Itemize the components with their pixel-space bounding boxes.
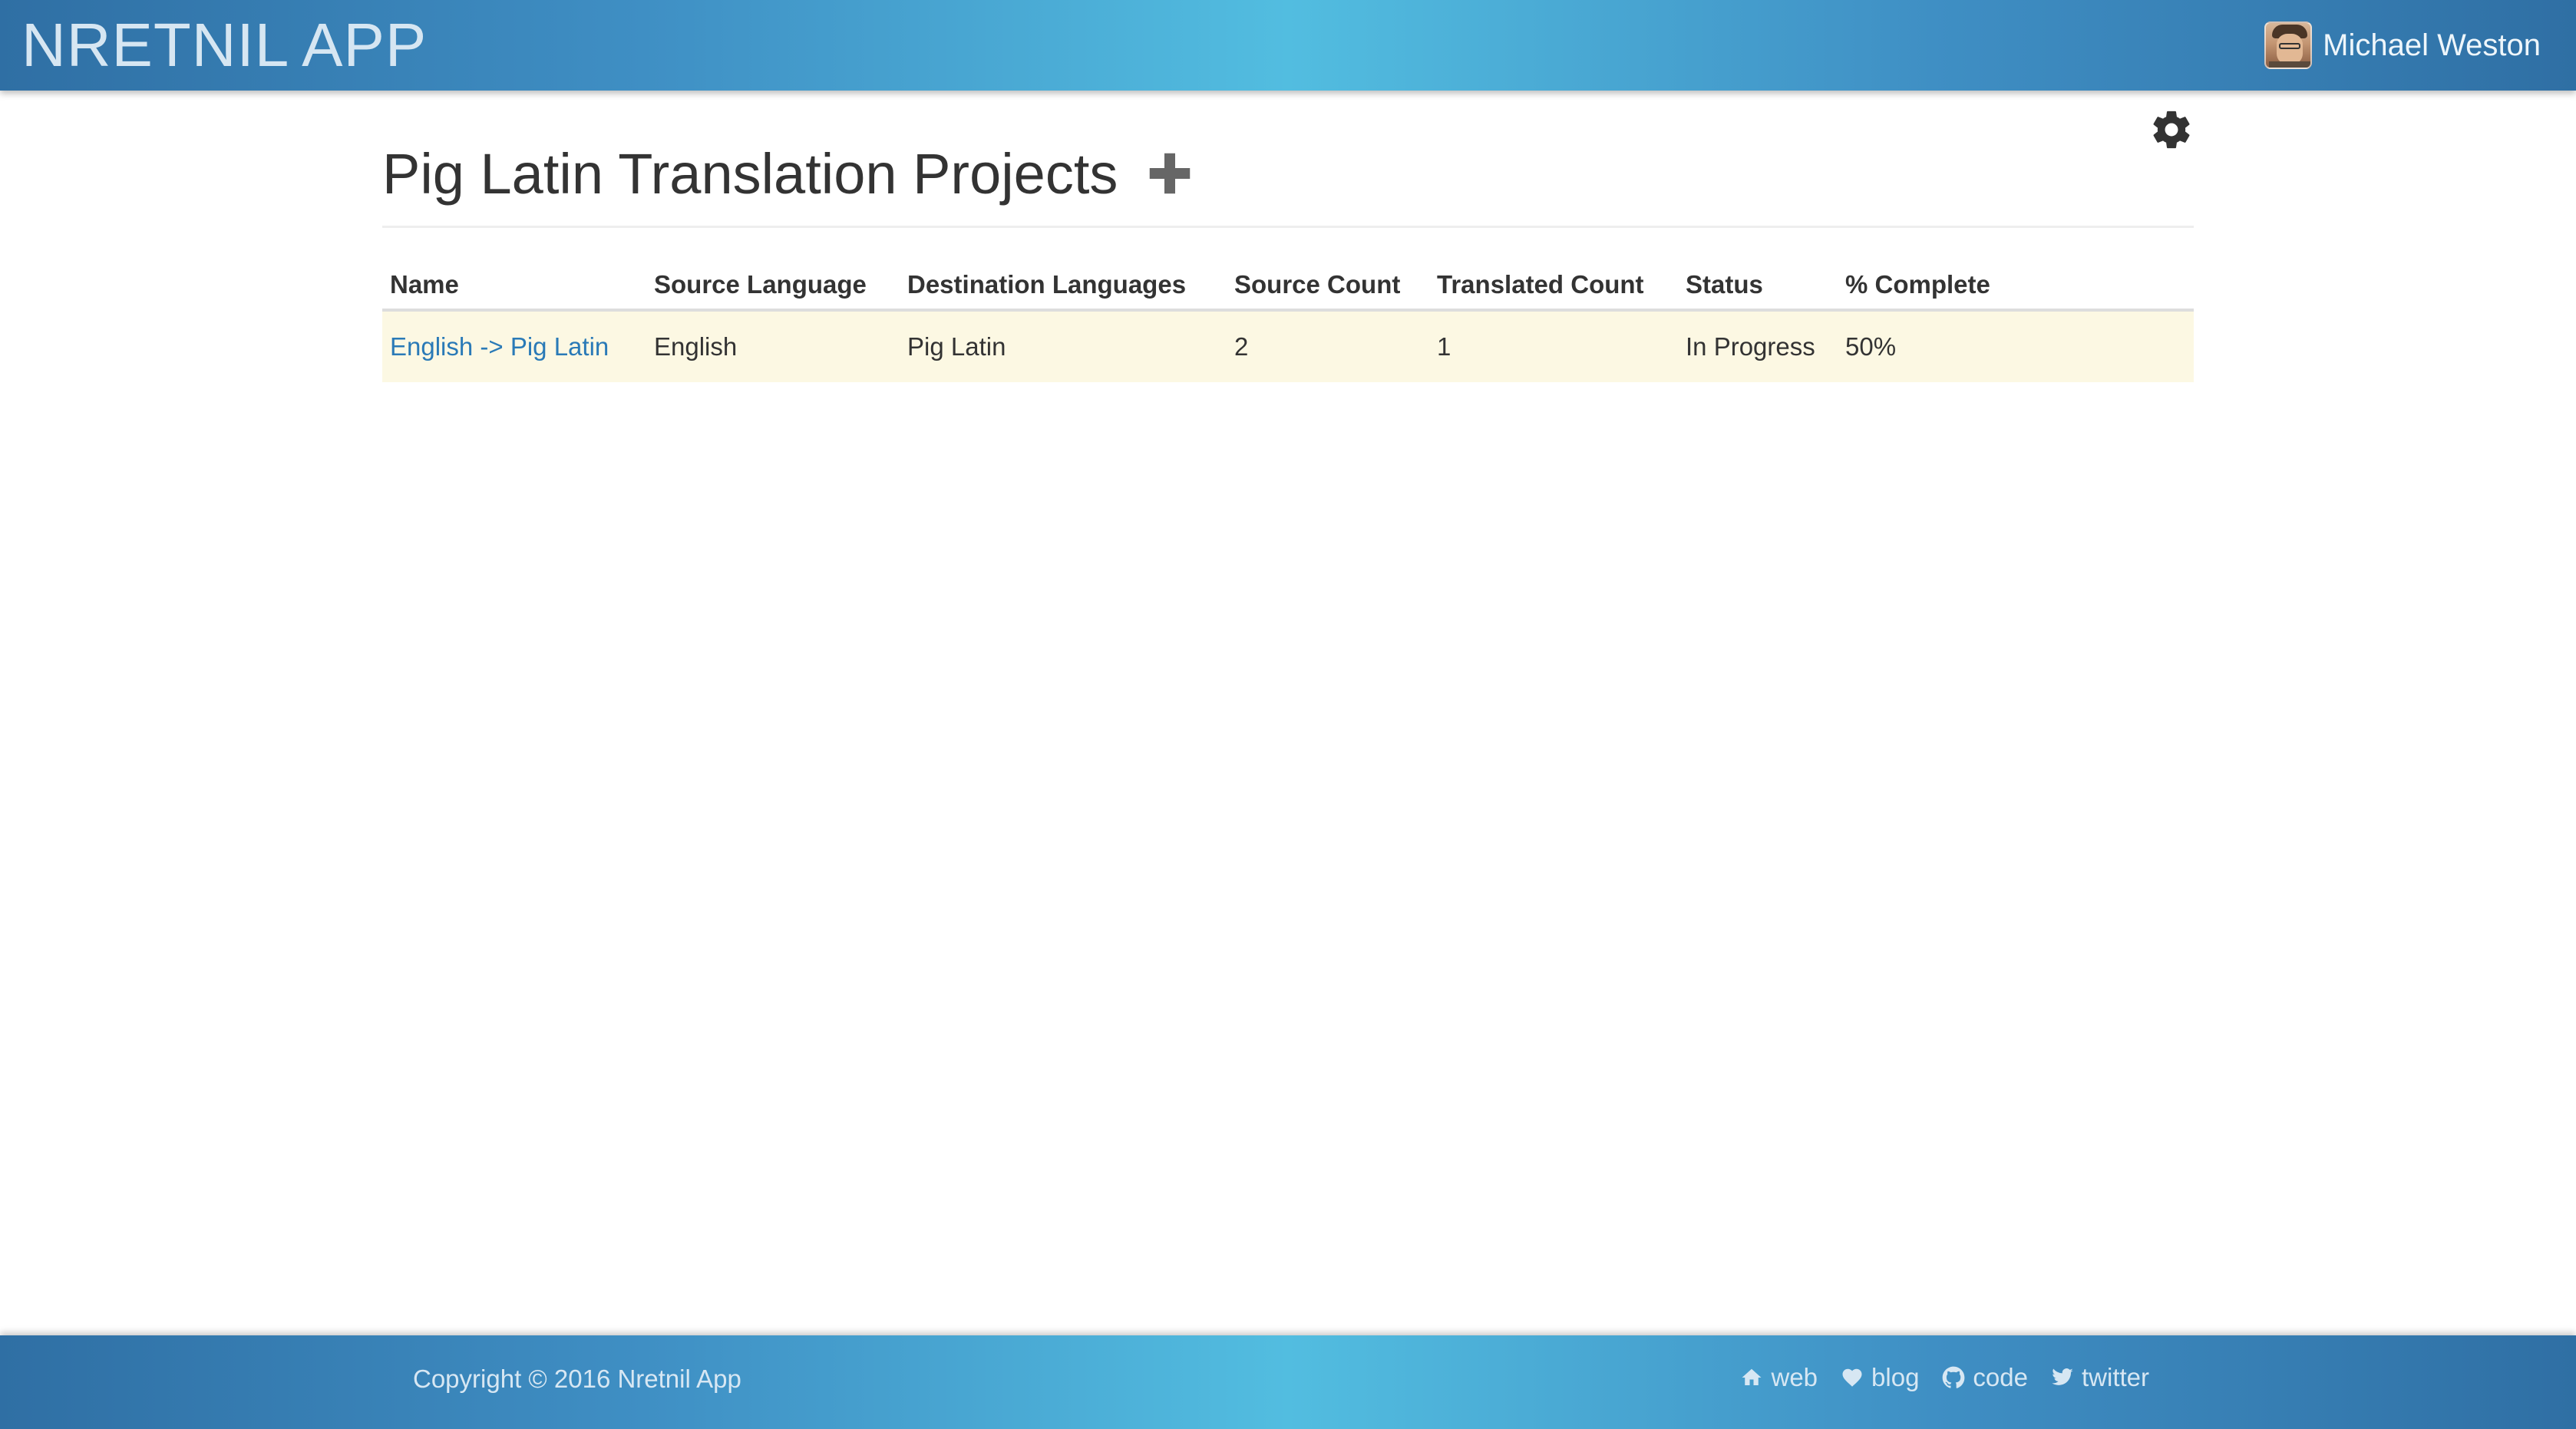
- footer-link-label: code: [1973, 1363, 2028, 1391]
- user-name: Michael Weston: [2323, 28, 2541, 62]
- plus-icon[interactable]: [1147, 150, 1193, 196]
- column-header-status: Status: [1678, 258, 1838, 312]
- column-header-destination-languages: Destination Languages: [900, 258, 1227, 312]
- projects-table: Name Source Language Destination Languag…: [382, 258, 2194, 382]
- cell-translated-count: 1: [1429, 310, 1678, 382]
- top-navbar: NRETNIL APP Michael Weston: [0, 0, 2576, 91]
- footer-link-label: blog: [1871, 1363, 1920, 1391]
- column-header-percent-complete: % Complete: [1838, 258, 2194, 312]
- avatar: [2264, 21, 2313, 69]
- cell-status: In Progress: [1678, 310, 1838, 382]
- user-menu[interactable]: Michael Weston: [2264, 21, 2541, 69]
- twitter-icon: [2052, 1368, 2073, 1385]
- heart-icon: [1842, 1368, 1862, 1387]
- cell-name: English -> Pig Latin: [382, 310, 646, 382]
- home-icon: [1742, 1368, 1762, 1385]
- title-divider: [382, 226, 2194, 228]
- column-header-source-count: Source Count: [1227, 258, 1429, 312]
- footer-link-web[interactable]: web: [1740, 1363, 1818, 1392]
- copyright-text: Copyright © 2016 Nretnil App: [413, 1365, 741, 1393]
- footer-link-label: web: [1771, 1363, 1818, 1391]
- column-header-translated-count: Translated Count: [1429, 258, 1678, 312]
- cell-destination-languages: Pig Latin: [900, 310, 1227, 382]
- cell-source-count: 2: [1227, 310, 1429, 382]
- page-title: Pig Latin Translation Projects: [382, 141, 1118, 206]
- column-header-source-language: Source Language: [646, 258, 900, 312]
- github-icon: [1943, 1366, 1965, 1388]
- footer-link-label: twitter: [2081, 1363, 2149, 1391]
- table-row: English -> Pig Latin English Pig Latin 2…: [382, 310, 2194, 382]
- footer-link-blog[interactable]: blog: [1841, 1363, 1919, 1392]
- footer: Copyright © 2016 Nretnil App web blog co…: [0, 1335, 2576, 1429]
- gear-icon[interactable]: [2149, 107, 2194, 152]
- table-header-row: Name Source Language Destination Languag…: [382, 258, 2194, 312]
- title-row: Pig Latin Translation Projects: [382, 135, 1193, 212]
- cell-source-language: English: [646, 310, 900, 382]
- project-link[interactable]: English -> Pig Latin: [390, 332, 609, 361]
- footer-links: web blog code twitter: [1717, 1363, 2149, 1392]
- brand-logo-link[interactable]: NRETNIL APP: [21, 11, 427, 80]
- footer-link-code[interactable]: code: [1942, 1363, 2028, 1392]
- footer-link-twitter[interactable]: twitter: [2051, 1363, 2149, 1392]
- column-header-name: Name: [382, 258, 646, 312]
- cell-percent-complete: 50%: [1838, 310, 2194, 382]
